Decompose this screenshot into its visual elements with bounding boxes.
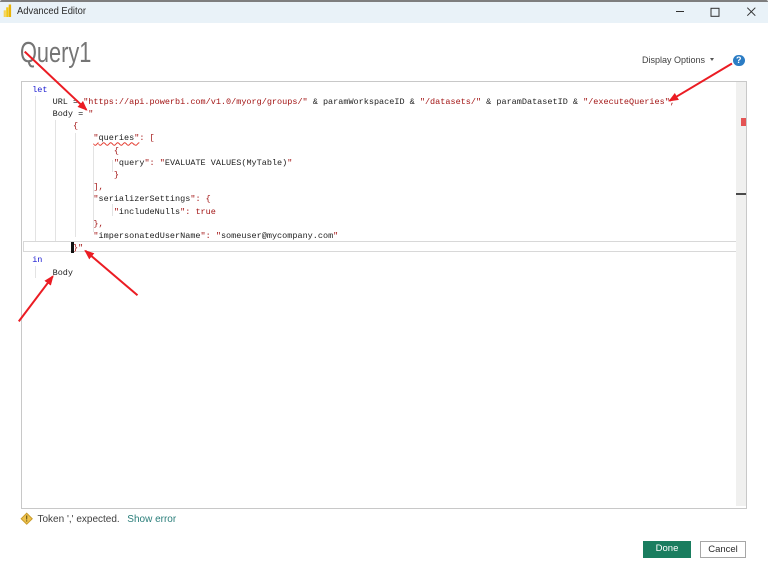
svg-text:!: ! bbox=[25, 515, 28, 524]
